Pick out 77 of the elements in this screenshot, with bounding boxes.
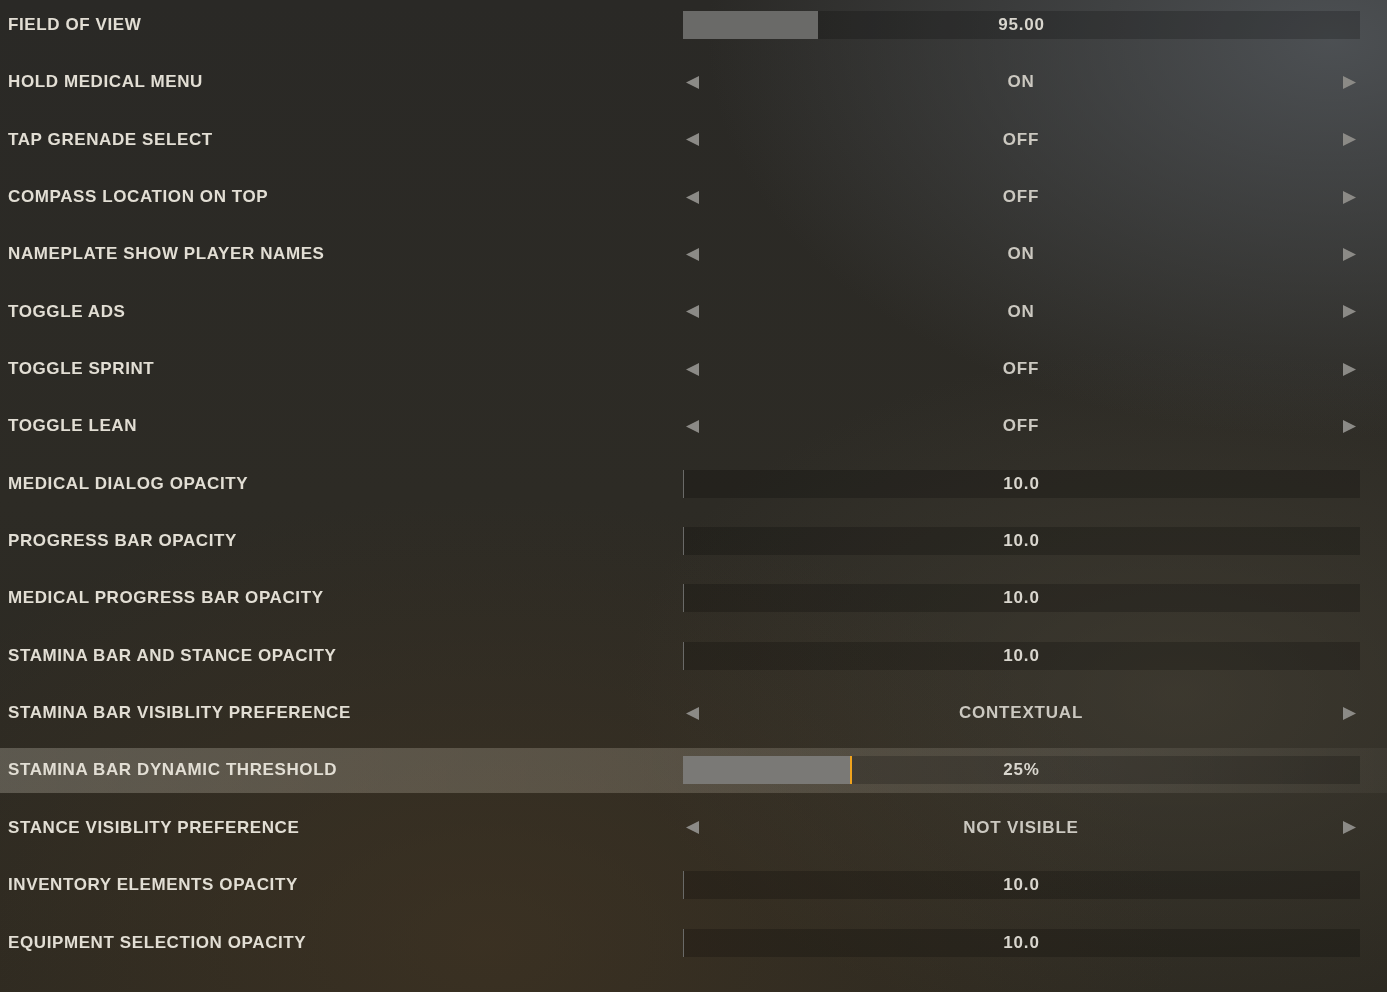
- slider-value: 95.00: [998, 15, 1045, 35]
- left-arrow-icon[interactable]: [686, 419, 699, 433]
- right-arrow-icon[interactable]: [1343, 305, 1356, 319]
- left-arrow-icon[interactable]: [686, 706, 699, 720]
- setting-label: TOGGLE ADS: [7, 301, 126, 322]
- setting-label: FIELD OF VIEW: [7, 15, 142, 35]
- slider-track[interactable]: 10.0: [683, 584, 1360, 613]
- right-arrow-icon[interactable]: [1343, 821, 1356, 835]
- setting-label: EQUIPMENT SELECTION OPACITY: [7, 932, 307, 953]
- left-arrow-icon[interactable]: [686, 362, 699, 376]
- setting-label: TAP GRENADE SELECT: [7, 129, 213, 150]
- setting-label: MEDICAL PROGRESS BAR OPACITY: [7, 588, 324, 609]
- slider-value: 25%: [1003, 760, 1040, 781]
- settings-row[interactable]: NAMEPLATE SHOW PLAYER NAMES ON: [0, 231, 1387, 277]
- setting-label: MEDICAL DIALOG OPACITY: [7, 473, 249, 494]
- setting-label: STAMINA BAR DYNAMIC THRESHOLD: [7, 760, 338, 781]
- right-arrow-icon[interactable]: [1343, 133, 1356, 147]
- setting-label: TOGGLE SPRINT: [7, 359, 155, 380]
- setting-label: NAMEPLATE SHOW PLAYER NAMES: [7, 244, 325, 265]
- left-arrow-icon[interactable]: [686, 133, 699, 147]
- settings-row[interactable]: MEDICAL DIALOG OPACITY 10.0: [0, 461, 1387, 507]
- slider-track[interactable]: 10.0: [683, 527, 1360, 556]
- right-arrow-icon[interactable]: [1343, 362, 1356, 376]
- settings-row[interactable]: STANCE VISIBLITY PREFERENCE NOT VISIBLE: [0, 805, 1387, 851]
- right-arrow-icon[interactable]: [1343, 419, 1356, 433]
- setting-label: STANCE VISIBLITY PREFERENCE: [7, 817, 300, 838]
- settings-row[interactable]: STAMINA BAR DYNAMIC THRESHOLD 25%: [0, 747, 1387, 793]
- left-arrow-icon[interactable]: [686, 75, 699, 89]
- slider-value: 10.0: [1003, 932, 1040, 953]
- settings-row[interactable]: TAP GRENADE SELECT OFF: [0, 117, 1387, 163]
- setting-label: COMPASS LOCATION ON TOP: [7, 187, 269, 208]
- setting-label: PROGRESS BAR OPACITY: [7, 531, 237, 552]
- settings-row[interactable]: TOGGLE ADS ON: [0, 289, 1387, 335]
- slider-track[interactable]: 10.0: [683, 641, 1360, 670]
- slider-track[interactable]: 95.00: [683, 11, 1360, 39]
- option-value: OFF: [1002, 187, 1040, 208]
- settings-row[interactable]: FIELD OF VIEW 95.00: [0, 2, 1387, 48]
- slider-value: 10.0: [1003, 588, 1040, 609]
- left-arrow-icon[interactable]: [686, 247, 699, 261]
- setting-label: TOGGLE LEAN: [7, 416, 138, 437]
- settings-row[interactable]: INVENTORY ELEMENTS OPACITY 10.0: [0, 862, 1387, 908]
- slider-track[interactable]: 10.0: [683, 469, 1360, 498]
- option-value: NOT VISIBLE: [963, 817, 1079, 838]
- option-value: OFF: [1002, 359, 1040, 380]
- option-value: CONTEXTUAL: [958, 703, 1084, 724]
- setting-label: INVENTORY ELEMENTS OPACITY: [7, 875, 298, 896]
- slider-value: 10.0: [1003, 473, 1040, 494]
- option-value: OFF: [1002, 129, 1040, 150]
- left-arrow-icon[interactable]: [686, 821, 699, 835]
- settings-row[interactable]: STAMINA BAR AND STANCE OPACITY 10.0: [0, 633, 1387, 679]
- settings-row[interactable]: TOGGLE SPRINT OFF: [0, 346, 1387, 392]
- option-value: ON: [1007, 72, 1035, 93]
- settings-row[interactable]: HOLD MEDICAL MENU ON: [0, 59, 1387, 105]
- setting-label: HOLD MEDICAL MENU: [7, 72, 203, 93]
- right-arrow-icon[interactable]: [1343, 75, 1356, 89]
- right-arrow-icon[interactable]: [1343, 247, 1356, 261]
- slider-track[interactable]: 25%: [683, 756, 1360, 785]
- settings-row[interactable]: STAMINA BAR VISIBLITY PREFERENCE CONTEXTUAL: [0, 690, 1387, 736]
- settings-row[interactable]: MEDICAL PROGRESS BAR OPACITY 10.0: [0, 575, 1387, 621]
- settings-row[interactable]: COMPASS LOCATION ON TOP OFF: [0, 174, 1387, 220]
- left-arrow-icon[interactable]: [686, 190, 699, 204]
- option-value: ON: [1007, 301, 1035, 322]
- settings-row[interactable]: TOGGLE LEAN OFF: [0, 403, 1387, 449]
- slider-value: 10.0: [1003, 531, 1040, 552]
- option-value: OFF: [1002, 416, 1040, 437]
- slider-value: 10.0: [1003, 875, 1040, 896]
- setting-label: STAMINA BAR VISIBLITY PREFERENCE: [7, 703, 351, 724]
- option-value: ON: [1007, 244, 1035, 265]
- slider-value: 10.0: [1003, 645, 1040, 666]
- slider-track[interactable]: 10.0: [683, 871, 1360, 900]
- right-arrow-icon[interactable]: [1343, 190, 1356, 204]
- right-arrow-icon[interactable]: [1343, 706, 1356, 720]
- settings-row[interactable]: EQUIPMENT SELECTION OPACITY 10.0: [0, 920, 1387, 965]
- slider-track[interactable]: 10.0: [683, 928, 1360, 957]
- settings-row[interactable]: PROGRESS BAR OPACITY 10.0: [0, 518, 1387, 564]
- setting-label: STAMINA BAR AND STANCE OPACITY: [7, 645, 337, 666]
- left-arrow-icon[interactable]: [686, 305, 699, 319]
